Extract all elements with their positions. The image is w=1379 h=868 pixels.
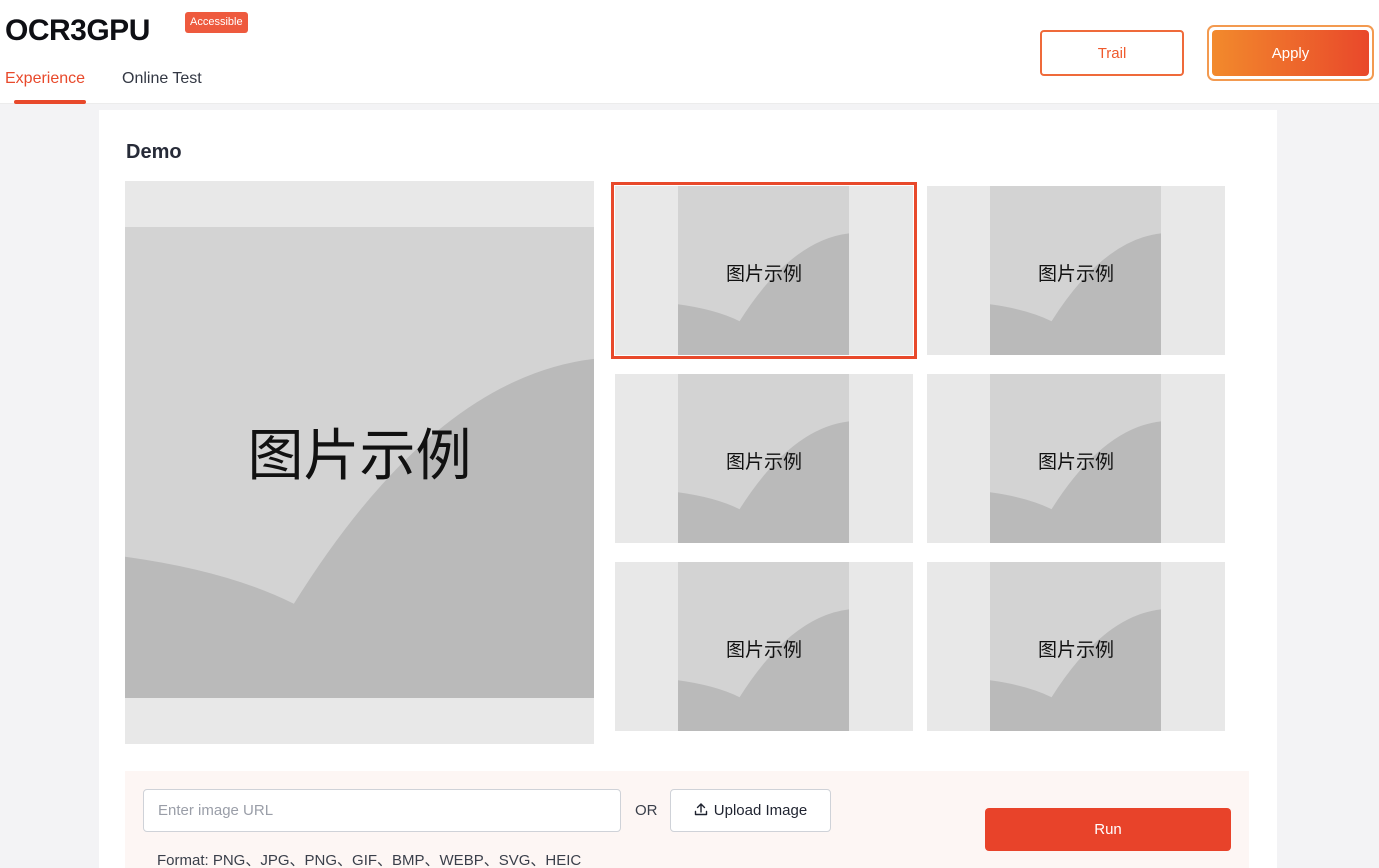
thumbnail-3[interactable]: 图片示例: [615, 374, 913, 543]
active-tab-indicator: [14, 100, 86, 104]
accessible-badge: Accessible: [185, 12, 248, 33]
tab-experience[interactable]: Experience: [5, 70, 85, 88]
apply-button[interactable]: Apply: [1212, 30, 1369, 76]
upload-image-button[interactable]: Upload Image: [670, 789, 831, 832]
app-logo[interactable]: OCR3GPU: [5, 14, 150, 48]
thumbnail-5[interactable]: 图片示例: [615, 562, 913, 731]
thumbnail-label: 图片示例: [725, 639, 802, 661]
upload-icon: [694, 802, 708, 820]
thumbnail-1[interactable]: 图片示例: [611, 182, 917, 359]
thumbnail-2[interactable]: 图片示例: [927, 186, 1225, 355]
main-image-label: 图片示例: [247, 424, 472, 489]
supported-formats-text: Format: PNG、JPG、PNG、GIF、BMP、WEBP、SVG、HEI…: [157, 852, 582, 868]
thumbnail-label: 图片示例: [725, 451, 802, 473]
trail-button[interactable]: Trail: [1040, 30, 1184, 76]
or-separator: OR: [635, 802, 658, 819]
demo-title: Demo: [126, 141, 182, 163]
apply-button-focus-ring: Apply: [1207, 25, 1374, 81]
thumbnail-label: 图片示例: [725, 263, 802, 285]
thumbnail-4[interactable]: 图片示例: [927, 374, 1225, 543]
run-button[interactable]: Run: [985, 808, 1231, 851]
thumbnail-label: 图片示例: [1037, 639, 1114, 661]
main-image-preview: 图片示例: [125, 181, 594, 744]
thumbnail-6[interactable]: 图片示例: [927, 562, 1225, 731]
upload-image-label: Upload Image: [713, 802, 808, 819]
thumbnail-label: 图片示例: [1037, 263, 1114, 285]
thumbnail-label: 图片示例: [1037, 451, 1114, 473]
top-header: OCR3GPU Accessible Experience Online Tes…: [0, 0, 1379, 104]
tab-online-test[interactable]: Online Test: [122, 70, 202, 88]
image-url-input[interactable]: [143, 789, 621, 832]
